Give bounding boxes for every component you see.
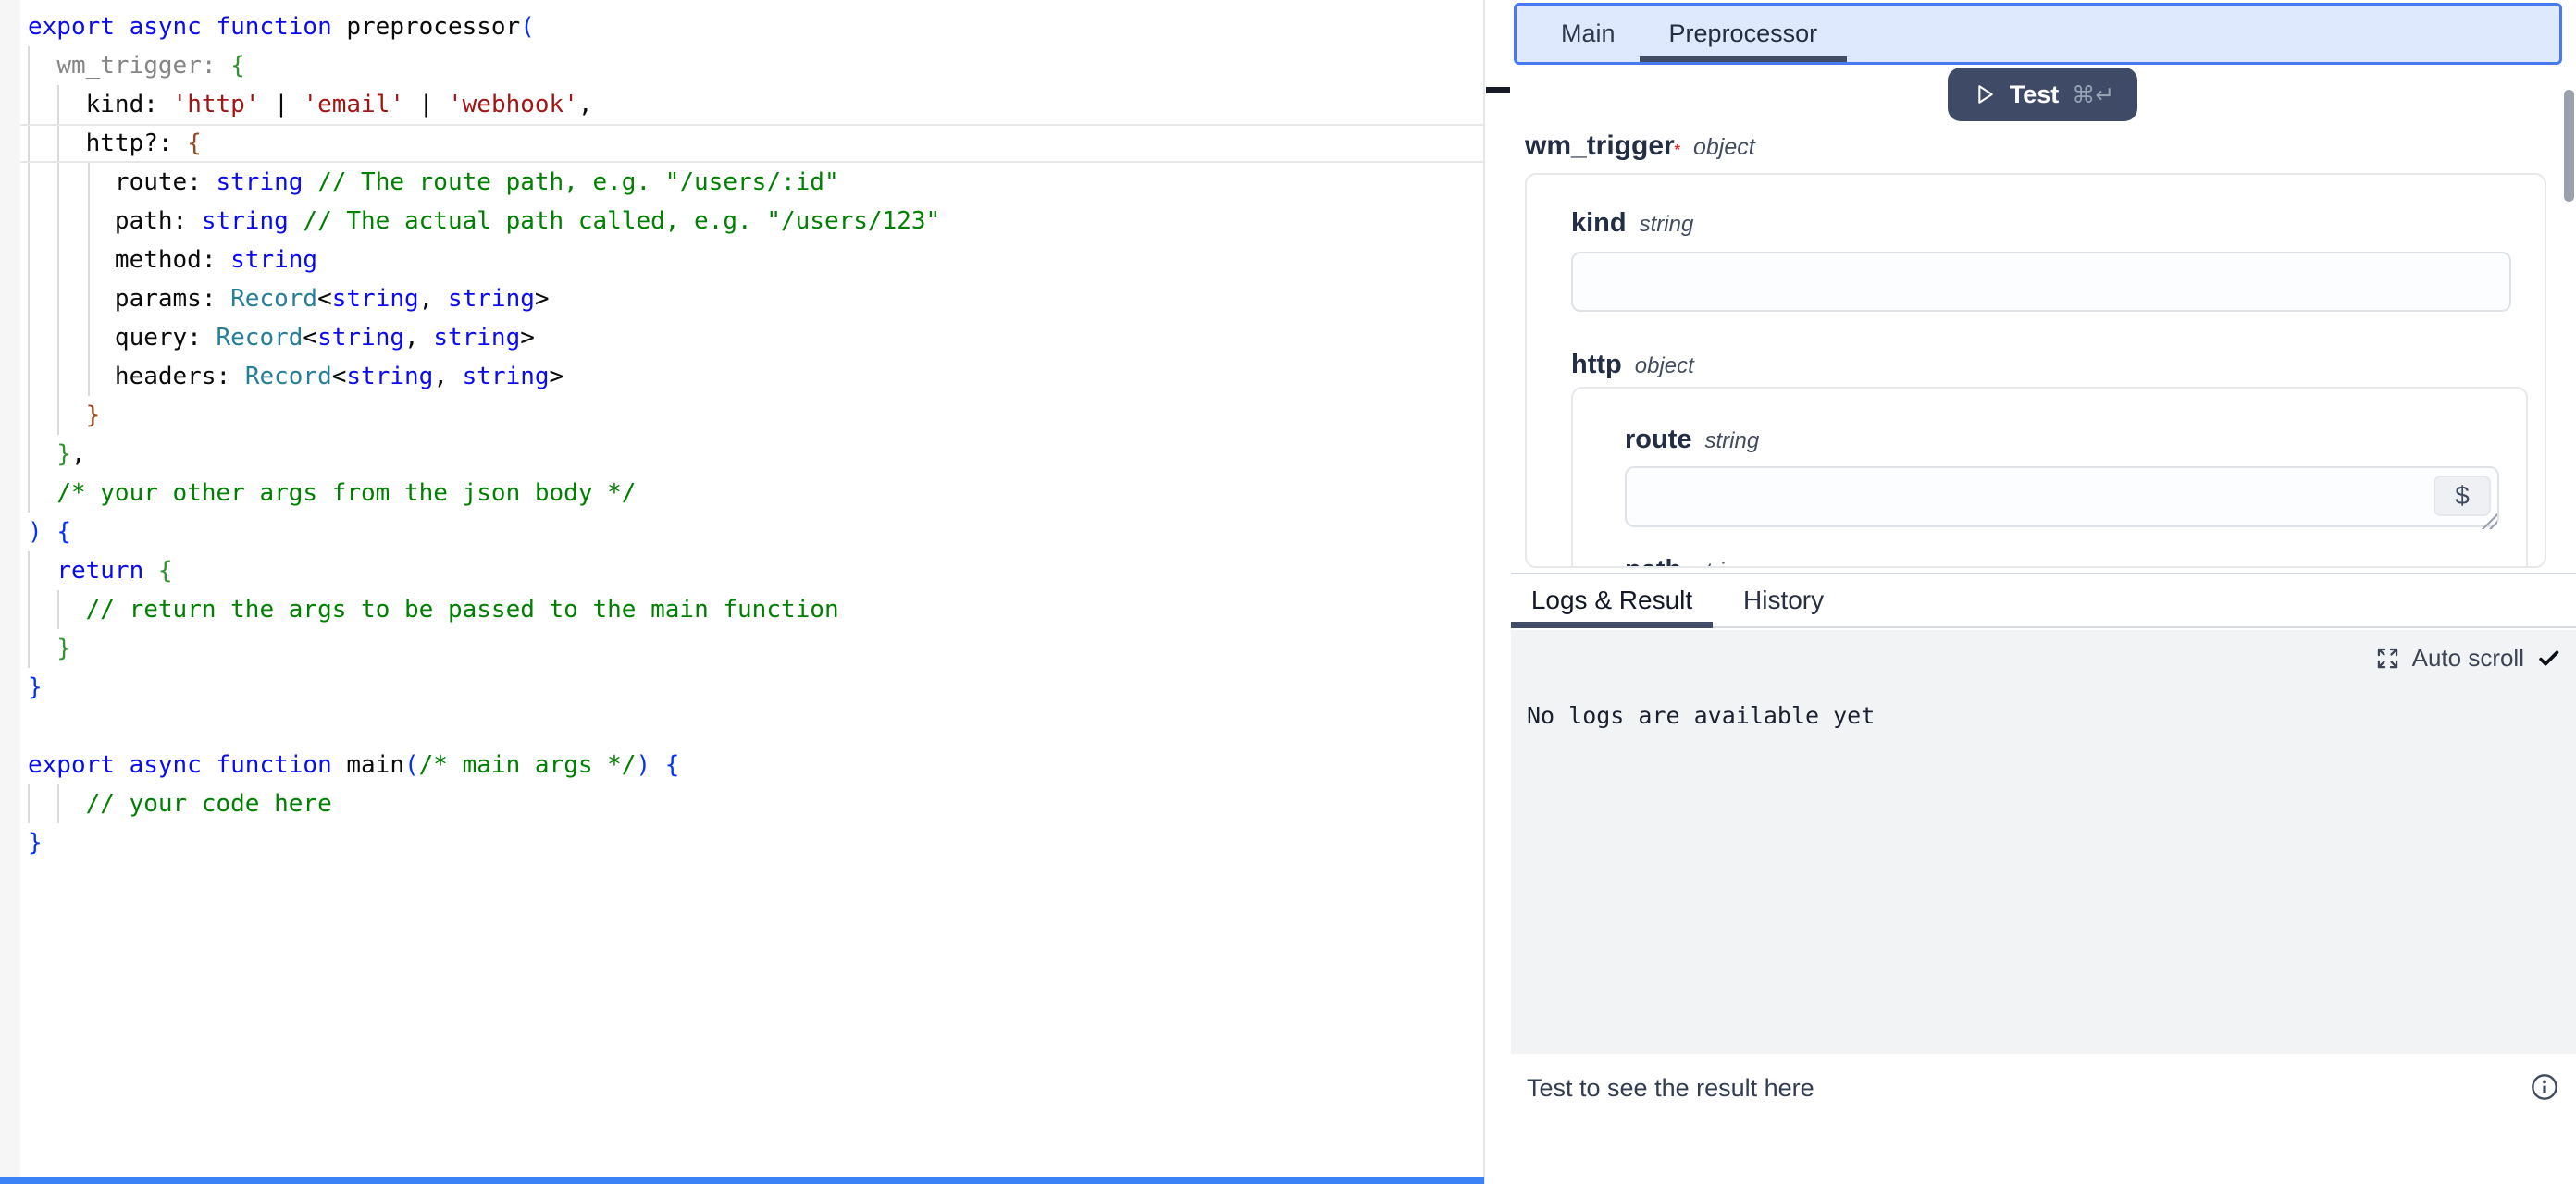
result-placeholder: Test to see the result here [1527, 1074, 1814, 1103]
editor-gutter [0, 0, 20, 1177]
logs-tab-bar: Logs & Result History [1511, 574, 2576, 628]
code-line: export async function main(/* main args … [28, 746, 940, 784]
kind-input[interactable] [1571, 252, 2511, 312]
code-line: ) { [28, 513, 940, 551]
field-name: path [1625, 555, 1681, 568]
kind-heading: kind string [1571, 208, 1693, 239]
expand-icon[interactable] [2375, 646, 2400, 671]
test-shortcut: ⌘↵ [2072, 81, 2114, 108]
result-area: Test to see the result here [1511, 1054, 2576, 1186]
code-line: }, [28, 435, 940, 474]
path-heading: path string [1625, 555, 1749, 568]
auto-scroll-control[interactable]: Auto scroll [2375, 644, 2561, 673]
code-line: return { [28, 551, 940, 590]
tab-main-label: Main [1561, 19, 1616, 48]
code-line: method: string [28, 241, 940, 279]
tab-history-label: History [1743, 586, 1824, 615]
check-icon[interactable] [2536, 646, 2561, 671]
dollar-label: $ [2455, 481, 2470, 511]
code-line: // your code here [28, 784, 940, 823]
right-panel: Main Preprocessor Test ⌘↵ wm_trigger* ob… [1511, 0, 2576, 1184]
route-heading: route string [1625, 425, 1759, 455]
code-line: } [28, 629, 940, 668]
field-name: route [1625, 425, 1692, 455]
splitter-handle[interactable] [1486, 87, 1510, 93]
scrollbar-thumb[interactable] [2564, 90, 2574, 202]
code-editor-pane[interactable]: export async function preprocessor( wm_t… [0, 0, 1483, 1177]
code-line: path: string // The actual path called, … [28, 202, 940, 241]
tab-preprocessor[interactable]: Preprocessor [1640, 6, 1848, 62]
logs-empty-message: No logs are available yet [1527, 702, 1875, 729]
code-line: /* your other args from the json body */ [28, 474, 940, 513]
field-type: string [1705, 428, 1760, 454]
code-line: kind: 'http' | 'email' | 'webhook', [28, 85, 940, 124]
active-tab-indicator [1640, 56, 1848, 62]
field-type: object [1635, 353, 1694, 379]
code-line: wm_trigger: { [28, 46, 940, 85]
tab-logs-result[interactable]: Logs & Result [1511, 574, 1713, 626]
field-name: wm_trigger [1525, 130, 1675, 161]
code-content[interactable]: export async function preprocessor( wm_t… [28, 7, 940, 862]
code-line: } [28, 823, 940, 862]
tab-logs-label: Logs & Result [1531, 586, 1692, 615]
route-input[interactable] [1625, 466, 2499, 527]
test-button-label: Test [2010, 80, 2060, 109]
logs-body: Auto scroll No logs are available yet [1511, 630, 2576, 1054]
tab-history[interactable]: History [1713, 574, 1854, 626]
function-tab-selector: Main Preprocessor [1514, 3, 2562, 65]
required-marker: * [1675, 142, 1680, 158]
active-tab-indicator [1511, 622, 1713, 628]
code-line [28, 707, 940, 746]
code-line: headers: Record<string, string> [28, 357, 940, 396]
code-line: // return the args to be passed to the m… [28, 590, 940, 629]
field-type: object [1693, 134, 1755, 161]
tab-preprocessor-label: Preprocessor [1669, 19, 1818, 48]
code-line: } [28, 396, 940, 435]
expression-toggle-button[interactable]: $ [2434, 476, 2491, 516]
logs-panel: Logs & Result History Auto scroll [1511, 573, 2576, 1184]
field-type: string [1640, 212, 1694, 238]
http-heading: http object [1571, 350, 1694, 380]
code-line: query: Record<string, string> [28, 318, 940, 357]
auto-scroll-label: Auto scroll [2412, 644, 2524, 673]
wm-trigger-object-box: kind string http object route string $ p… [1525, 173, 2546, 568]
test-button[interactable]: Test ⌘↵ [1948, 68, 2137, 121]
code-line: http?: { [28, 124, 940, 163]
wm-trigger-heading: wm_trigger* object [1525, 130, 1755, 162]
field-name: kind [1571, 208, 1627, 239]
bottom-accent-bar [0, 1177, 1484, 1184]
code-line: export async function preprocessor( [28, 7, 940, 46]
info-icon[interactable] [2530, 1072, 2559, 1102]
play-icon [1971, 81, 1997, 107]
field-name: http [1571, 350, 1622, 380]
tab-main[interactable]: Main [1537, 6, 1640, 62]
pane-divider [1483, 0, 1485, 1184]
code-line: route: string // The route path, e.g. "/… [28, 163, 940, 202]
code-line: } [28, 668, 940, 707]
resize-grip[interactable] [2481, 513, 2497, 529]
code-line: params: Record<string, string> [28, 279, 940, 318]
field-type: string [1694, 559, 1749, 568]
http-object-box: route string $ path string [1571, 387, 2528, 568]
